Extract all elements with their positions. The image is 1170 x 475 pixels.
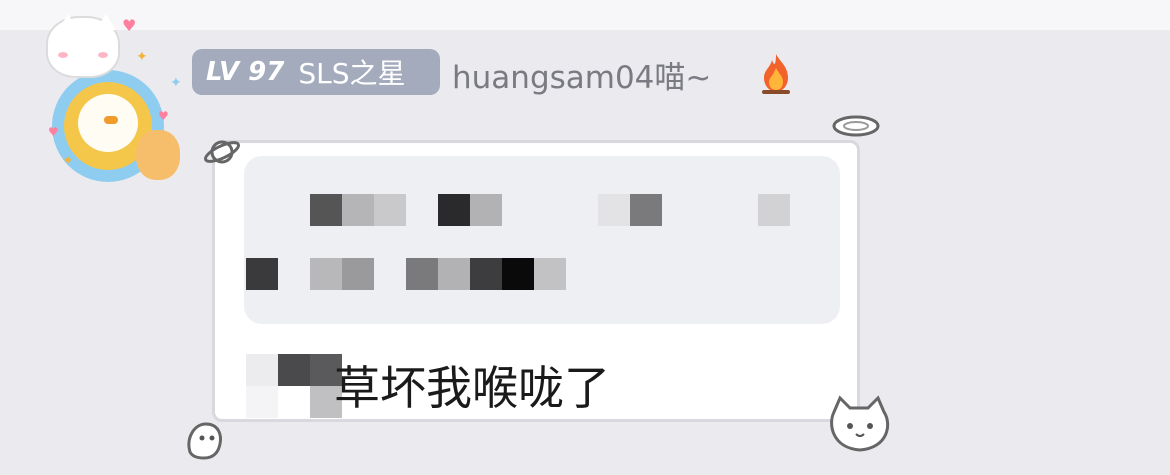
username[interactable]: huangsam04喵~ — [452, 52, 711, 97]
mosaic-block — [246, 258, 278, 290]
sparkle-icon: ✦ — [170, 75, 182, 91]
heart-icon: ♥ — [122, 16, 137, 35]
cat-ear-left — [58, 14, 78, 30]
mosaic-block — [342, 194, 374, 226]
planet-icon — [203, 140, 241, 164]
mosaic-block — [374, 194, 406, 226]
fire-icon — [762, 54, 790, 94]
mosaic-block — [246, 354, 278, 386]
sparkle-icon: ✦ — [136, 49, 148, 65]
quoted-message-pixelated — [244, 156, 840, 324]
mosaic-block — [502, 258, 534, 290]
mosaic-block — [534, 258, 566, 290]
mosaic-block — [470, 194, 502, 226]
cat-cheek-right — [98, 52, 108, 58]
white-cat-sticker — [46, 14, 120, 78]
level-label: LV 97 — [206, 57, 285, 87]
mosaic-block — [406, 258, 438, 290]
duck-beak — [104, 116, 118, 124]
halo-icon — [832, 115, 880, 137]
mosaic-block — [310, 194, 342, 226]
ghost-icon — [187, 422, 222, 460]
heart-icon: ♥ — [48, 125, 59, 139]
avatar[interactable]: ♥ ♥ ♥ ✦ ✦ ✦ — [40, 14, 190, 184]
cat-sticker-icon — [830, 395, 890, 452]
cat-cheek-left — [58, 52, 68, 58]
level-badge[interactable]: LV 97 SLS之星 — [192, 49, 440, 95]
mosaic-block — [342, 258, 374, 290]
orange-cat-sticker — [136, 130, 180, 180]
mosaic-block — [438, 194, 470, 226]
mosaic-block — [310, 258, 342, 290]
mosaic-block — [758, 194, 790, 226]
mosaic-block — [438, 258, 470, 290]
mosaic-block — [630, 194, 662, 226]
mosaic-block — [246, 386, 278, 418]
title-tag: SLS之星 — [298, 57, 406, 90]
mosaic-block — [278, 354, 310, 386]
heart-icon: ♥ — [158, 109, 169, 123]
mosaic-block — [598, 194, 630, 226]
mosaic-block — [470, 258, 502, 290]
cat-ear-right — [96, 14, 116, 30]
sparkle-icon: ✦ — [62, 153, 74, 169]
message-text: 草坏我喉咙了 — [334, 361, 610, 415]
